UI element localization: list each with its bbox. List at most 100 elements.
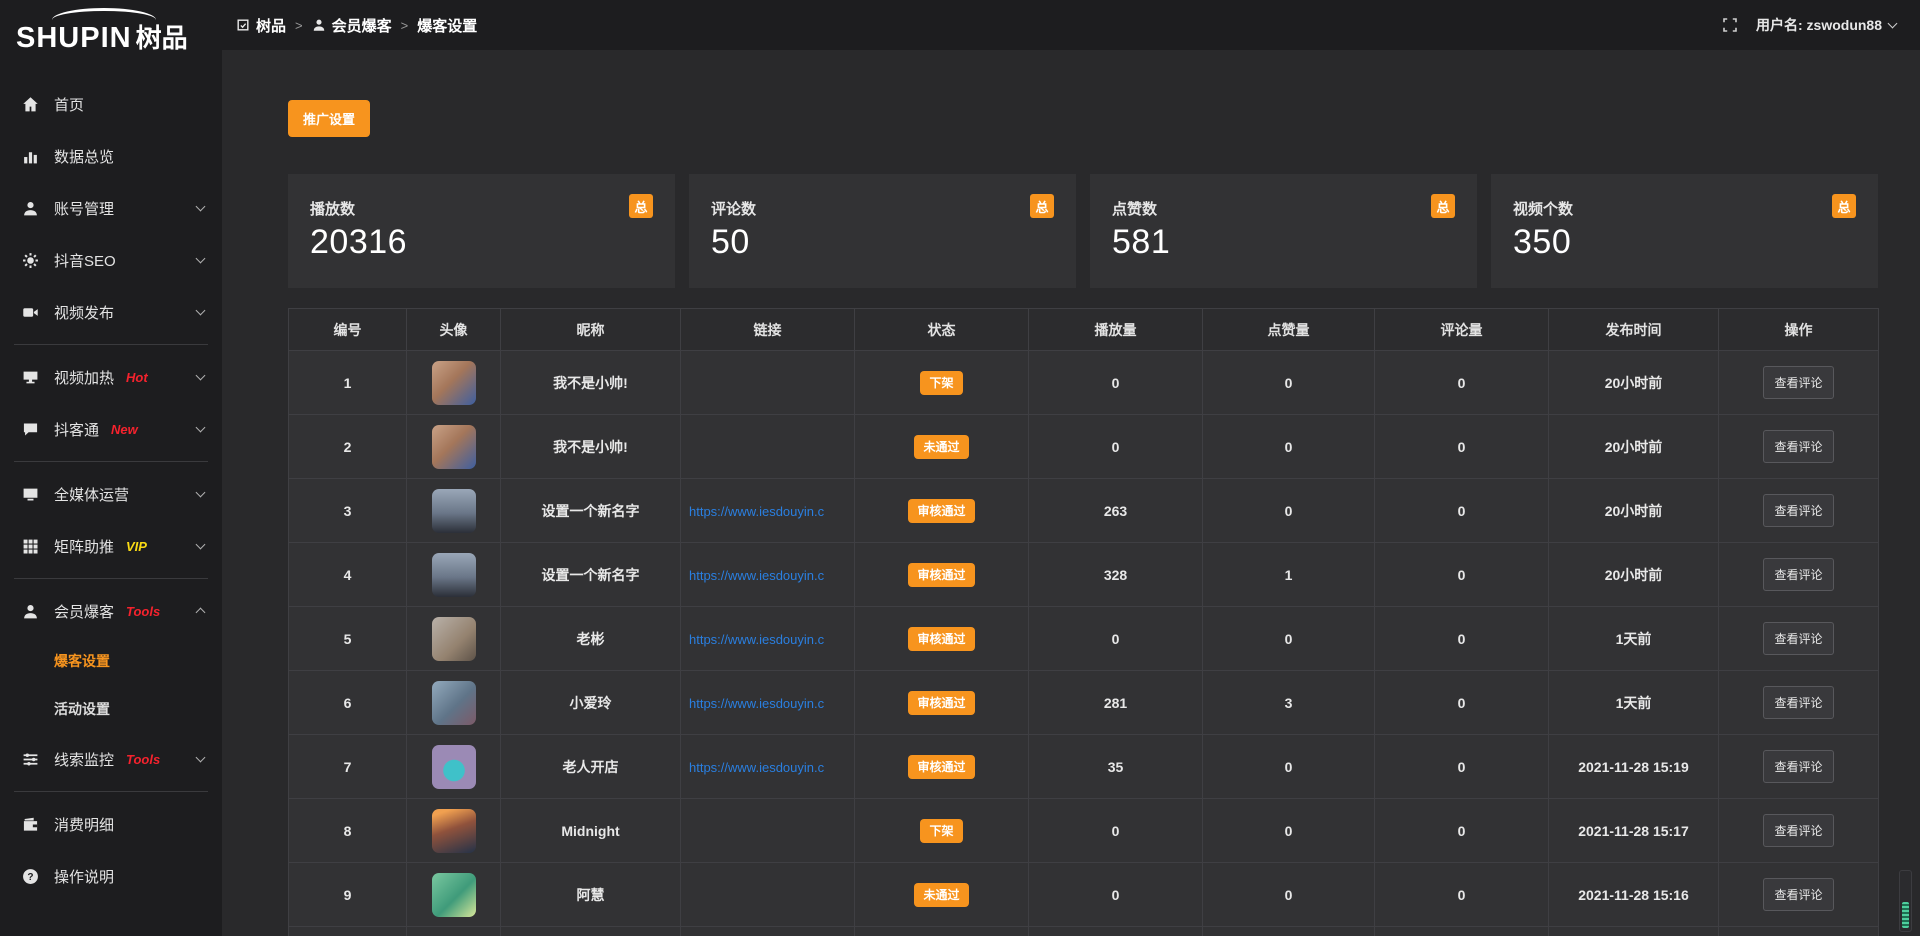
- sidebar-item-wallet-11[interactable]: 消费明细: [0, 798, 222, 850]
- column-header-昵称: 昵称: [501, 309, 681, 351]
- broadcast-table: 编号头像昵称链接状态播放量点赞量评论量发布时间操作 1 我不是小帅! 下架 0 …: [288, 308, 1879, 936]
- cell-nickname: 老人开店: [501, 735, 681, 799]
- status-badge: 未通过: [914, 883, 968, 907]
- status-badge: 审核通过: [908, 627, 974, 651]
- brand-logo[interactable]: SHUPIN树品: [0, 0, 222, 64]
- table-row: 8 Midnight 下架 0 0 0 2021-11-28 15:17 查看评…: [289, 799, 1879, 863]
- view-comments-button[interactable]: 查看评论: [1763, 622, 1833, 655]
- member-user-icon: [22, 603, 39, 620]
- view-comments-button[interactable]: 查看评论: [1763, 686, 1833, 719]
- sidebar-subitem-活动设置[interactable]: 活动设置: [0, 685, 222, 733]
- stat-value: 350: [1513, 223, 1856, 262]
- view-comments-button[interactable]: 查看评论: [1763, 750, 1833, 783]
- sidebar-item-user-2[interactable]: 账号管理: [0, 182, 222, 234]
- chevron-up-icon: [196, 608, 206, 618]
- sidebar-item-badge: New: [111, 422, 138, 437]
- sidebar-item-chart-1[interactable]: 数据总览: [0, 130, 222, 182]
- promo-settings-button[interactable]: 推广设置: [288, 100, 370, 137]
- column-header-发布时间: 发布时间: [1549, 309, 1719, 351]
- sidebar-item-label: 消费明细: [54, 814, 114, 835]
- stat-total-badge: 总: [629, 194, 653, 218]
- sidebar-item-label: 抖客通: [54, 419, 99, 440]
- cell-id: 3: [289, 479, 407, 543]
- breadcrumb-item-会员爆客[interactable]: 会员爆客: [312, 15, 392, 36]
- monitor-heat-icon: [22, 369, 39, 386]
- cell-comments: 0: [1375, 671, 1549, 735]
- sidebar-item-label: 视频加热: [54, 367, 114, 388]
- sidebar-item-heat-5[interactable]: 视频加热 Hot: [0, 351, 222, 403]
- cell-likes: [1203, 927, 1375, 936]
- video-link[interactable]: https://www.iesdouyin.c: [689, 760, 824, 775]
- cell-publish-time: 20小时前: [1549, 479, 1719, 543]
- avatar: [432, 489, 476, 533]
- scroll-indicator[interactable]: [1899, 870, 1912, 932]
- cell-plays: 263: [1029, 479, 1203, 543]
- cell-plays: [1029, 927, 1203, 936]
- app-root: SHUPIN树品 首页 数据总览 账号管理 抖音SEO 视频发布 视频加热 Ho…: [0, 0, 1920, 936]
- sidebar-item-label: 首页: [54, 94, 84, 115]
- stat-value: 20316: [310, 223, 653, 262]
- view-comments-button[interactable]: 查看评论: [1763, 814, 1833, 847]
- sidebar-item-chat-6[interactable]: 抖客通 New: [0, 403, 222, 455]
- sidebar-item-grid-8[interactable]: 矩阵助推 VIP: [0, 520, 222, 572]
- cell-id: 2: [289, 415, 407, 479]
- cell-publish-time: 20小时前: [1549, 415, 1719, 479]
- avatar: [432, 873, 476, 917]
- sidebar-item-gear-3[interactable]: 抖音SEO: [0, 234, 222, 286]
- sidebar-item-badge: Hot: [126, 370, 148, 385]
- username-menu[interactable]: 用户名: zswodun88: [1756, 15, 1896, 35]
- sidebar-item-badge: Tools: [126, 604, 160, 619]
- cell-id: 5: [289, 607, 407, 671]
- sidebar-subitem-爆客设置[interactable]: 爆客设置: [0, 637, 222, 685]
- app-square-icon: [236, 18, 250, 32]
- view-comments-button[interactable]: 查看评论: [1763, 558, 1833, 591]
- breadcrumb-item-爆客设置[interactable]: 爆客设置: [417, 15, 477, 36]
- cell-id: 9: [289, 863, 407, 927]
- view-comments-button[interactable]: 查看评论: [1763, 366, 1833, 399]
- monitor-icon: [22, 486, 39, 503]
- video-link[interactable]: https://www.iesdouyin.c: [689, 632, 824, 647]
- avatar: [432, 809, 476, 853]
- cell-nickname: 设置一个新名字: [501, 479, 681, 543]
- cell-plays: 0: [1029, 863, 1203, 927]
- stat-card-评论数: 评论数 总 50: [689, 174, 1076, 288]
- sidebar-item-member-9[interactable]: 会员爆客 Tools: [0, 585, 222, 637]
- cell-publish-time: 20小时前: [1549, 351, 1719, 415]
- view-comments-button[interactable]: 查看评论: [1763, 494, 1833, 527]
- status-badge: 审核通过: [908, 755, 974, 779]
- sidebar-item-label: 线索监控: [54, 749, 114, 770]
- status-badge: 下架: [920, 819, 962, 843]
- avatar: [432, 681, 476, 725]
- sidebar-item-monitor-7[interactable]: 全媒体运营: [0, 468, 222, 520]
- cell-plays: 281: [1029, 671, 1203, 735]
- video-camera-icon: [22, 304, 39, 321]
- view-comments-button[interactable]: 查看评论: [1763, 430, 1833, 463]
- table-row: 3 设置一个新名字 https://www.iesdouyin.c 审核通过 2…: [289, 479, 1879, 543]
- sidebar-item-label: 矩阵助推: [54, 536, 114, 557]
- cell-comments: 0: [1375, 543, 1549, 607]
- cell-publish-time: 1天前: [1549, 607, 1719, 671]
- sidebar-item-home-0[interactable]: 首页: [0, 78, 222, 130]
- sidebar-item-video-4[interactable]: 视频发布: [0, 286, 222, 338]
- sidebar: SHUPIN树品 首页 数据总览 账号管理 抖音SEO 视频发布 视频加热 Ho…: [0, 0, 222, 936]
- cell-nickname: [501, 927, 681, 936]
- sidebar-item-question-12[interactable]: ? 操作说明: [0, 850, 222, 902]
- sidebar-divider: [14, 461, 208, 462]
- sidebar-item-sliders-10[interactable]: 线索监控 Tools: [0, 733, 222, 785]
- sidebar-divider: [14, 344, 208, 345]
- breadcrumb-item-树品[interactable]: 树品: [236, 15, 286, 36]
- topbar: 树品>会员爆客>爆客设置 用户名: zswodun88: [222, 0, 1920, 50]
- status-badge: 审核通过: [908, 499, 974, 523]
- column-header-状态: 状态: [855, 309, 1029, 351]
- stat-value: 50: [711, 223, 1054, 262]
- cell-likes: 0: [1203, 735, 1375, 799]
- fullscreen-icon[interactable]: [1722, 17, 1738, 33]
- view-comments-button[interactable]: 查看评论: [1763, 878, 1833, 911]
- table-row: 1 我不是小帅! 下架 0 0 0 20小时前 查看评论: [289, 351, 1879, 415]
- stat-card-点赞数: 点赞数 总 581: [1090, 174, 1477, 288]
- video-link[interactable]: https://www.iesdouyin.c: [689, 504, 824, 519]
- video-link[interactable]: https://www.iesdouyin.c: [689, 696, 824, 711]
- video-link[interactable]: https://www.iesdouyin.c: [689, 568, 824, 583]
- sidebar-item-label: 操作说明: [54, 866, 114, 887]
- table-row: 6 小爱玲 https://www.iesdouyin.c 审核通过 281 3…: [289, 671, 1879, 735]
